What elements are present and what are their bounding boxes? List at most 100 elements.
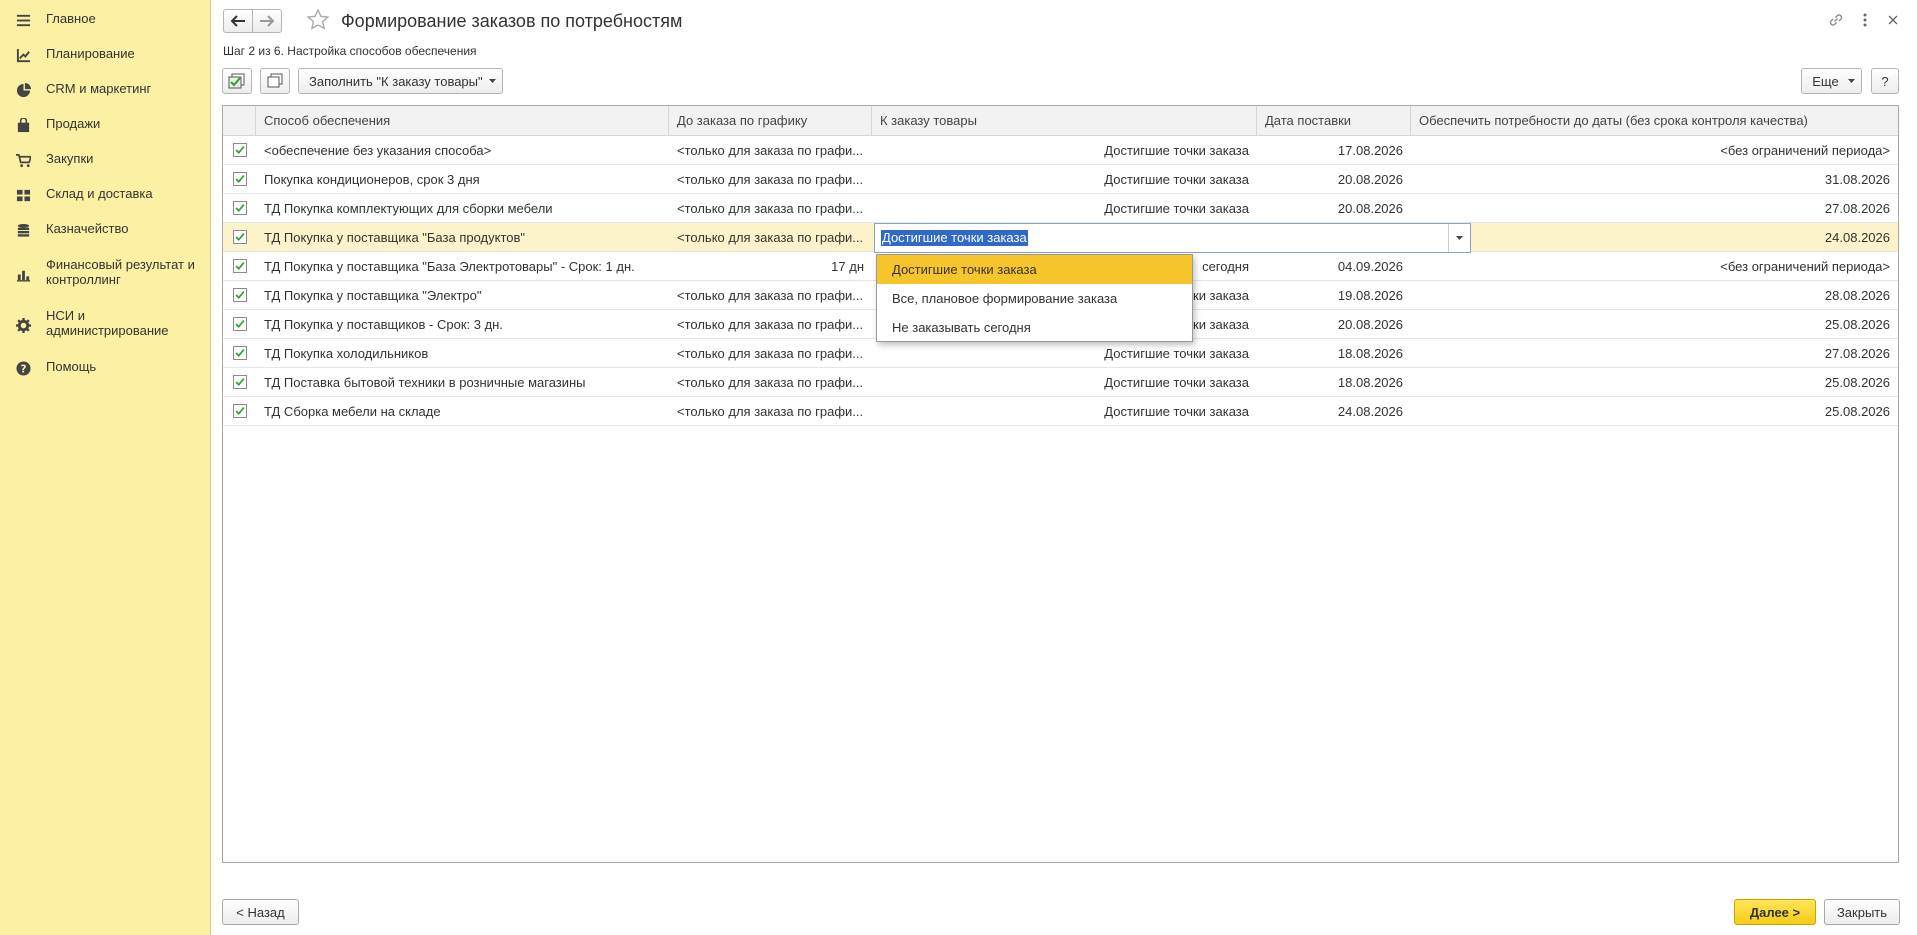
link-icon[interactable] <box>1828 12 1844 28</box>
row-checkbox[interactable] <box>233 201 247 215</box>
sidebar-item-purchases[interactable]: Закупки <box>0 151 103 169</box>
cell-delivery-date[interactable]: 20.08.2026 <box>1257 310 1411 338</box>
forward-nav-button[interactable] <box>252 9 282 33</box>
cell-until-date[interactable]: 27.08.2026 <box>1411 194 1898 222</box>
cell-until-date[interactable]: <без ограничений периода> <box>1411 136 1898 164</box>
cell-method[interactable]: ТД Покупка у поставщика "Электро" <box>256 281 669 309</box>
dropdown-option-dont-order[interactable]: Не заказывать сегодня <box>877 313 1192 342</box>
cell-method[interactable]: ТД Покупка холодильников <box>256 339 669 367</box>
sidebar-item-admin[interactable]: НСИ и администрирование <box>0 308 205 338</box>
fill-order-button[interactable]: Заполнить "К заказу товары" <box>298 68 503 94</box>
cell-schedule[interactable]: <только для заказа по графи... <box>669 194 872 222</box>
caret-down-icon <box>1456 235 1463 240</box>
back-button[interactable]: < Назад <box>222 899 299 925</box>
table-row[interactable]: ТД Поставка бытовой техники в розничные … <box>223 368 1898 397</box>
cell-method[interactable]: ТД Покупка комплектующих для сборки мебе… <box>256 194 669 222</box>
sidebar-item-help[interactable]: ? Помощь <box>0 359 106 377</box>
cell-schedule[interactable]: 17 дн <box>669 252 872 280</box>
cell-order-goods[interactable]: Достигшие точки заказа <box>872 339 1257 367</box>
cell-order-goods[interactable]: Достигшие точки заказа <box>872 194 1257 222</box>
cell-schedule[interactable]: <только для заказа по графи... <box>669 136 872 164</box>
cell-order-goods[interactable]: Достигшие точки заказа <box>872 136 1257 164</box>
sidebar-item-main[interactable]: Главное <box>0 11 106 29</box>
cell-method[interactable]: ТД Покупка у поставщиков - Срок: 3 дн. <box>256 310 669 338</box>
dropdown-option-reached-point[interactable]: Достигшие точки заказа <box>877 255 1192 284</box>
cell-until-date[interactable]: 28.08.2026 <box>1411 281 1898 309</box>
row-checkbox[interactable] <box>233 172 247 186</box>
row-checkbox[interactable] <box>233 317 247 331</box>
cell-schedule[interactable]: <только для заказа по графи... <box>669 223 872 251</box>
cell-delivery-date[interactable]: 18.08.2026 <box>1257 368 1411 396</box>
sidebar-item-treasury[interactable]: Казначейство <box>0 221 138 239</box>
cell-method[interactable]: ТД Покупка у поставщика "База продуктов" <box>256 223 669 251</box>
cell-until-date[interactable]: 31.08.2026 <box>1411 165 1898 193</box>
cell-until-date[interactable]: 25.08.2026 <box>1411 310 1898 338</box>
cell-until-date[interactable]: 25.08.2026 <box>1411 368 1898 396</box>
cell-until-date[interactable]: <без ограничений периода> <box>1411 252 1898 280</box>
sidebar: Главное Планирование CRM и маркетинг Про… <box>0 0 211 935</box>
column-header-until-date[interactable]: Обеспечить потребности до даты (без срок… <box>1411 106 1898 136</box>
dropdown-option-all-planned[interactable]: Все, плановое формирование заказа <box>877 284 1192 313</box>
sidebar-item-warehouse[interactable]: Склад и доставка <box>0 186 163 204</box>
cell-delivery-date[interactable]: 20.08.2026 <box>1257 194 1411 222</box>
column-header-method[interactable]: Способ обеспечения <box>256 106 669 136</box>
cell-order-goods[interactable]: Достигшие точки заказа <box>872 165 1257 193</box>
row-checkbox[interactable] <box>233 404 247 418</box>
table-row[interactable]: ТД Покупка холодильников <только для зака… <box>223 339 1898 368</box>
column-header-schedule[interactable]: До заказа по графику <box>669 106 872 136</box>
help-button[interactable]: ? <box>1871 68 1899 94</box>
close-button[interactable]: Закрыть <box>1824 899 1900 925</box>
column-header-order-goods[interactable]: К заказу товары <box>872 106 1257 136</box>
cell-schedule[interactable]: <только для заказа по графи... <box>669 310 872 338</box>
cell-delivery-date[interactable]: 18.08.2026 <box>1257 339 1411 367</box>
cell-method[interactable]: Покупка кондиционеров, срок 3 дня <box>256 165 669 193</box>
back-nav-button[interactable] <box>223 9 253 33</box>
sidebar-item-sales[interactable]: Продажи <box>0 116 110 134</box>
cell-method[interactable]: ТД Поставка бытовой техники в розничные … <box>256 368 669 396</box>
cell-delivery-date[interactable]: 24.08.2026 <box>1257 397 1411 425</box>
more-button[interactable]: Еще <box>1801 68 1862 94</box>
favorite-star-icon[interactable] <box>306 8 330 32</box>
close-icon[interactable] <box>1885 12 1901 28</box>
row-checkbox[interactable] <box>233 288 247 302</box>
cell-schedule[interactable]: <только для заказа по графи... <box>669 165 872 193</box>
more-vertical-icon[interactable] <box>1859 12 1871 28</box>
cell-delivery-date[interactable]: 20.08.2026 <box>1257 165 1411 193</box>
table-row[interactable]: ТД Сборка мебели на складе <только для за… <box>223 397 1898 426</box>
cell-method[interactable]: <обеспечение без указания способа> <box>256 136 669 164</box>
cell-until-date[interactable]: 24.08.2026 <box>1411 223 1898 251</box>
editor-dropdown-button[interactable] <box>1448 224 1470 252</box>
table-row[interactable]: <обеспечение без указания способа> <тольк… <box>223 136 1898 165</box>
table-row[interactable]: ТД Покупка комплектующих для сборки мебе… <box>223 194 1898 223</box>
check-all-icon <box>228 73 245 89</box>
uncheck-all-icon <box>267 73 283 88</box>
sidebar-item-crm[interactable]: CRM и маркетинг <box>0 81 161 99</box>
table-row[interactable]: Покупка кондиционеров, срок 3 дня <только… <box>223 165 1898 194</box>
cell-schedule[interactable]: <только для заказа по графи... <box>669 397 872 425</box>
cell-method[interactable]: ТД Сборка мебели на складе <box>256 397 669 425</box>
column-header-delivery-date[interactable]: Дата поставки <box>1257 106 1411 136</box>
row-checkbox[interactable] <box>233 143 247 157</box>
row-checkbox[interactable] <box>233 259 247 273</box>
row-checkbox[interactable] <box>233 375 247 389</box>
cell-delivery-date[interactable]: 19.08.2026 <box>1257 281 1411 309</box>
page-title: Формирование заказов по потребностям <box>341 11 683 31</box>
cell-order-goods[interactable]: Достигшие точки заказа <box>872 368 1257 396</box>
cell-method[interactable]: ТД Покупка у поставщика "База Электротов… <box>256 252 669 280</box>
uncheck-all-button[interactable] <box>260 68 290 94</box>
next-button[interactable]: Далее > <box>1734 899 1816 925</box>
sidebar-item-planning[interactable]: Планирование <box>0 46 145 64</box>
cell-schedule[interactable]: <только для заказа по графи... <box>669 368 872 396</box>
cell-delivery-date[interactable]: 04.09.2026 <box>1257 252 1411 280</box>
check-all-button[interactable] <box>222 68 252 94</box>
sidebar-item-finance[interactable]: Финансовый результат и контроллинг <box>0 257 205 287</box>
cell-schedule[interactable]: <только для заказа по графи... <box>669 339 872 367</box>
cell-schedule[interactable]: <только для заказа по графи... <box>669 281 872 309</box>
cell-delivery-date[interactable]: 17.08.2026 <box>1257 136 1411 164</box>
cell-until-date[interactable]: 25.08.2026 <box>1411 397 1898 425</box>
row-checkbox[interactable] <box>233 230 247 244</box>
cell-until-date[interactable]: 27.08.2026 <box>1411 339 1898 367</box>
row-checkbox[interactable] <box>233 346 247 360</box>
cell-order-goods[interactable]: Достигшие точки заказа <box>872 397 1257 425</box>
order-goods-editor[interactable]: Достигшие точки заказа <box>874 223 1471 253</box>
